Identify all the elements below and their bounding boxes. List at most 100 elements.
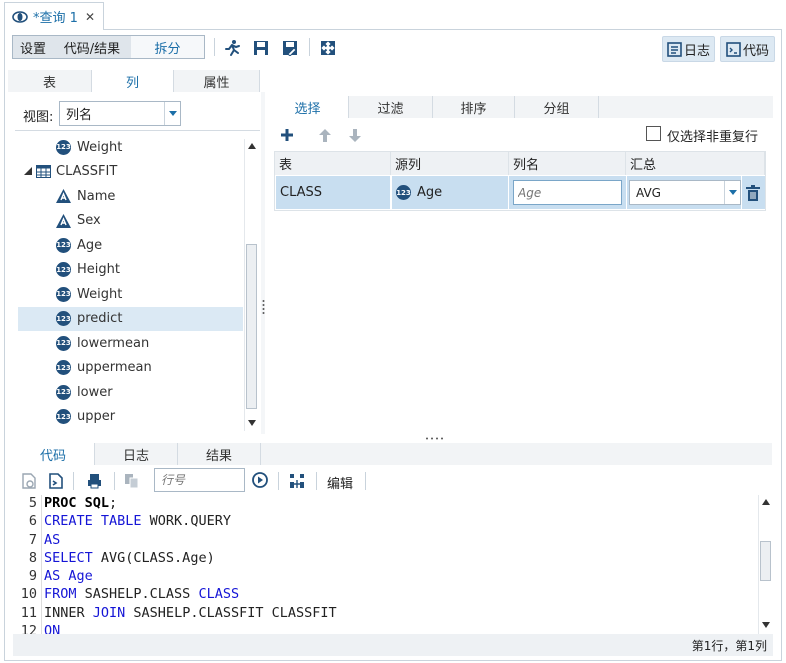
close-icon[interactable]: ✕ [85, 10, 95, 24]
tab-sort[interactable]: 排序 [433, 96, 515, 118]
code-scrollbar[interactable] [758, 495, 772, 635]
tree-item[interactable]: 123 Age [18, 233, 243, 257]
distinct-label: 仅选择非重复行 [667, 130, 759, 145]
collapse-triangle-icon[interactable] [24, 164, 32, 179]
go-to-line-icon[interactable] [252, 472, 268, 488]
tree-item[interactable]: Name [18, 184, 243, 208]
code-token: AVG(CLASS.Age) [92, 549, 215, 566]
edit-button[interactable]: 编辑 [327, 473, 353, 492]
tree-item[interactable]: 123 lower [18, 380, 243, 404]
code-editor[interactable]: 5 PROC SQL; 6 CREATE TABLE WORK.QUERY 7 AS 8 SE… [13, 495, 773, 635]
log-button[interactable]: 日志 [662, 36, 715, 62]
column-name-input[interactable] [513, 180, 622, 205]
vertical-splitter[interactable] [261, 92, 265, 434]
scroll-up-icon[interactable] [762, 499, 770, 505]
tree-item[interactable]: CLASSFIT [18, 160, 243, 184]
tab-results[interactable]: 结果 [178, 443, 261, 465]
tab-code[interactable]: 代码 [12, 443, 95, 465]
numeric-column-icon: 123 [56, 139, 71, 155]
keyword-token: AS Age [44, 568, 93, 585]
tree-item[interactable]: Sex [18, 209, 243, 233]
code-button[interactable]: 代码 [720, 36, 775, 62]
tree-item-label: upper [77, 409, 116, 424]
code-icon [726, 41, 741, 57]
tree-item-label: predict [77, 311, 123, 326]
save-as-icon[interactable] [281, 39, 299, 57]
align-icon[interactable] [289, 473, 305, 489]
grid-cell-name [509, 176, 626, 209]
numeric-column-icon: 123 [56, 384, 71, 400]
tree-item-label: lowermean [77, 335, 150, 351]
tree-item[interactable]: 123 Height [18, 258, 243, 282]
line-number: 9 [28, 568, 37, 585]
scroll-down-icon[interactable] [762, 622, 770, 628]
save-icon[interactable] [252, 39, 270, 57]
tree-item-label: Weight [77, 286, 123, 302]
main-toolbar: 设置 代码/结果 拆分 日志 代码 [5, 30, 781, 66]
tree-scroll-thumb[interactable] [246, 244, 257, 409]
tab-properties[interactable]: 属性 [174, 70, 260, 92]
divider [365, 472, 366, 490]
grid-cell-source-label: Age [417, 185, 443, 200]
code-token: ; [109, 495, 118, 511]
run-icon[interactable] [223, 39, 241, 57]
tab-filter[interactable]: 过滤 [349, 96, 433, 118]
code-scroll-thumb[interactable] [760, 541, 771, 581]
trash-icon[interactable] [746, 184, 760, 201]
summary-select[interactable]: AVG [629, 180, 741, 205]
distinct-checkbox[interactable] [646, 126, 661, 141]
maximize-icon[interactable] [319, 39, 337, 57]
grid-cell-source[interactable]: 123 Age [392, 176, 508, 209]
print-icon[interactable] [87, 473, 102, 489]
numeric-column-icon: 123 [56, 360, 71, 375]
line-number: 11 [20, 604, 37, 621]
tab-log[interactable]: 日志 [95, 443, 178, 465]
format-code-icon[interactable] [49, 473, 63, 489]
summary-select-value: AVG [636, 185, 661, 200]
code-text: FROM SASHELP.CLASS CLASS [41, 586, 240, 605]
run-code-doc-icon[interactable] [22, 473, 36, 489]
document-tab[interactable]: *查询 1 ✕ [4, 2, 104, 30]
tab-group[interactable]: 分组 [515, 96, 599, 118]
tree-item[interactable]: 123 lowermean [18, 331, 243, 355]
code-results-segment[interactable]: 代码/结果 [53, 35, 132, 59]
keyword-token: SELECT [44, 549, 93, 566]
tree-item[interactable]: 123 Weight [18, 282, 243, 306]
code-line: 11 INNER JOIN SASHELP.CLASSFIT CLASSFIT [13, 604, 773, 624]
grid-cell-table[interactable]: CLASS [276, 176, 390, 209]
numeric-column-icon: 123 [56, 262, 71, 277]
keyword-token: JOIN [92, 604, 126, 621]
tree-item[interactable]: 123 uppermean [18, 356, 243, 380]
tree-item[interactable]: 123 Weight [18, 135, 243, 159]
code-button-label: 代码 [742, 43, 769, 59]
tab-select[interactable]: 选择 [267, 96, 349, 118]
column-tree: 123 Weight CLASSFIT Name Sex 123 Age 123 Height 1… [5, 132, 261, 432]
tab-columns[interactable]: 列 [92, 70, 174, 92]
add-icon[interactable] [280, 128, 294, 142]
horizontal-splitter-handle[interactable] [425, 437, 443, 440]
grid-cell-delete [742, 176, 765, 209]
line-number-input[interactable] [154, 468, 245, 492]
split-segment[interactable]: 拆分 [131, 35, 205, 59]
move-down-icon[interactable] [349, 129, 361, 142]
tab-tables[interactable]: 表 [8, 70, 92, 92]
tree-scrollbar[interactable] [244, 139, 258, 431]
keyword-token: CLASS [198, 586, 240, 603]
tree-item-label: lower [77, 384, 113, 400]
cursor-position: 第1行，第1列 [691, 638, 767, 653]
tree-item[interactable]: 123 upper [18, 405, 243, 429]
scroll-down-icon[interactable] [248, 420, 256, 426]
view-select[interactable]: 列名 [59, 101, 181, 126]
tree-item[interactable]: 123 predict [18, 306, 243, 331]
code-text: PROC SQL; [41, 495, 118, 514]
scroll-up-icon[interactable] [248, 143, 256, 149]
settings-segment[interactable]: 设置 [12, 35, 54, 59]
code-text: CREATE TABLE WORK.QUERY [41, 513, 231, 532]
copy-icon[interactable] [124, 473, 140, 489]
status-bar: 第1行，第1列 [13, 634, 773, 656]
line-number: 7 [28, 531, 37, 548]
numeric-icon: 123 [396, 185, 411, 200]
numeric-column-icon: 123 [56, 286, 71, 302]
line-number: 10 [20, 586, 37, 603]
move-up-icon[interactable] [319, 129, 331, 142]
